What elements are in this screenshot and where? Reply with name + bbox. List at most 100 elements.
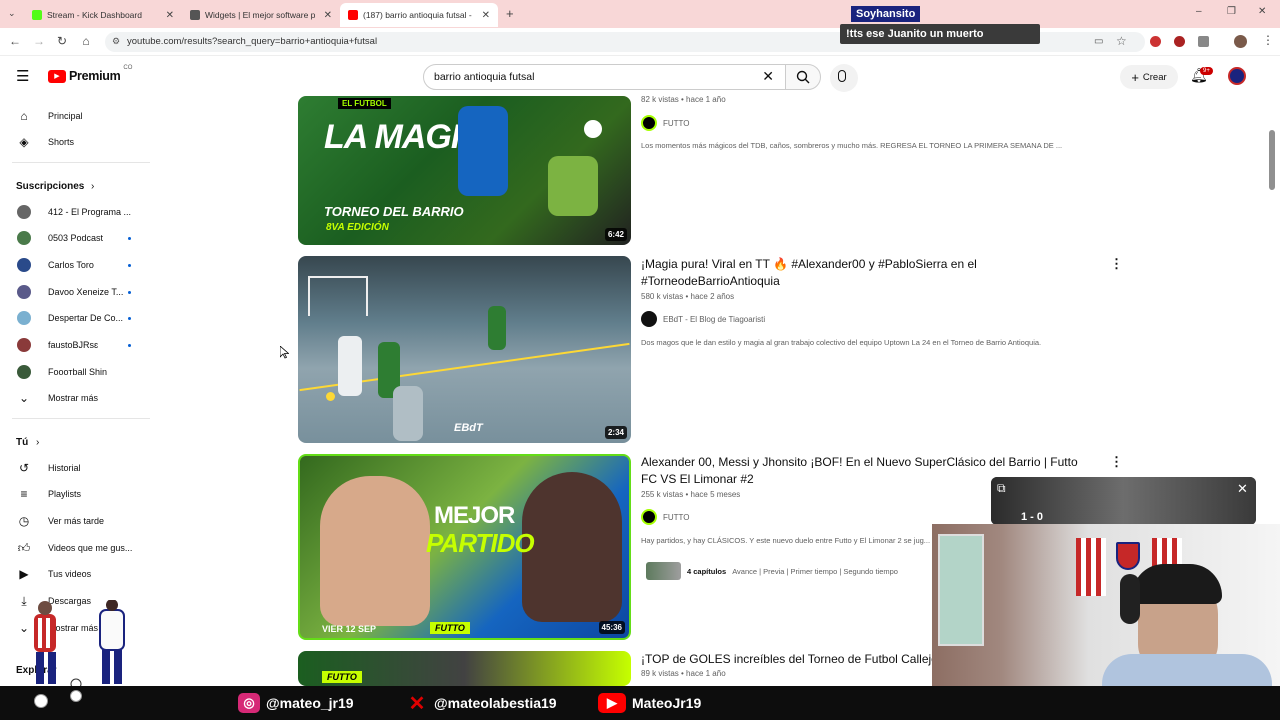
video-result[interactable]: EBdT 2:34 ¡Magia pura! Viral en TT 🔥 #Al… xyxy=(298,256,1128,446)
extension-icon[interactable] xyxy=(1174,36,1185,47)
scrollbar-thumb[interactable] xyxy=(1269,130,1275,190)
player-figures-overlay xyxy=(22,599,152,690)
search-button[interactable] xyxy=(785,64,821,90)
reload-icon[interactable]: ↻ xyxy=(54,34,70,48)
sidebar-item-your-videos[interactable]: ▶ Tus videos xyxy=(0,562,150,586)
create-button[interactable]: + Crear xyxy=(1120,65,1178,89)
site-info-icon[interactable]: ⚙ xyxy=(112,36,120,47)
upload-age: hace 1 año xyxy=(686,95,726,104)
tab-widgets[interactable]: Widgets | El mejor software par ✕ xyxy=(182,3,340,27)
face-shape xyxy=(522,472,622,622)
video-thumbnail[interactable]: EBdT 2:34 xyxy=(298,256,631,443)
sidebar-item-sub[interactable]: 412 - El Programa ... xyxy=(0,200,150,224)
sidebar-item-sub[interactable]: Despertar De Co... xyxy=(0,306,150,330)
restore-icon[interactable]: ❐ xyxy=(1227,6,1236,17)
channel-link[interactable]: FUTTO xyxy=(641,115,690,131)
tab-kick-dashboard[interactable]: Stream - Kick Dashboard ✕ xyxy=(24,3,182,27)
video-duration: 6:42 xyxy=(604,228,627,241)
hamburger-menu-icon[interactable]: ☰ xyxy=(16,67,29,85)
channel-avatar xyxy=(17,258,31,272)
bookmark-star-icon[interactable]: ☆ xyxy=(1116,34,1127,48)
forward-icon[interactable]: → xyxy=(31,34,47,48)
you-header[interactable]: Tú › xyxy=(0,430,150,454)
close-miniplayer-icon[interactable]: ✕ xyxy=(1237,481,1248,497)
section-title: Suscripciones xyxy=(16,180,85,192)
profile-icon[interactable] xyxy=(1234,35,1247,48)
video-thumbnail[interactable]: EL FUTBOL LA MAGIA TORNEO DEL BARRIO 8VA… xyxy=(298,96,631,245)
back-icon[interactable]: ← xyxy=(7,34,23,48)
home-icon: ⌂ xyxy=(20,109,28,123)
show-more-subs[interactable]: ⌄ Mostrar más xyxy=(0,386,150,410)
video-thumbnail[interactable]: FUTTO xyxy=(298,651,631,686)
home-browser-icon[interactable]: ⌂ xyxy=(78,34,94,48)
voice-search-button[interactable] xyxy=(830,64,858,92)
tab-search-icon[interactable]: ⌄ xyxy=(8,8,16,19)
thumb-brand: FUTTO xyxy=(322,671,362,683)
close-window-icon[interactable]: ✕ xyxy=(1258,6,1266,17)
new-content-dot xyxy=(128,343,131,347)
more-options-icon[interactable]: ⋮ xyxy=(1110,256,1123,272)
mini-player[interactable]: ⧉ ✕ 1 - 0 xyxy=(991,477,1256,525)
video-title[interactable]: ¡TOP de GOLES increíbles del Torneo de F… xyxy=(641,651,941,668)
sidebar-item-label: 412 - El Programa ... xyxy=(48,207,132,217)
sidebar-item-principal[interactable]: ⌂ Principal xyxy=(0,104,150,128)
minimize-icon[interactable]: – xyxy=(1196,6,1202,17)
cast-icon[interactable]: ▭ xyxy=(1094,36,1103,47)
x-icon: ✕ xyxy=(408,692,426,715)
sidebar-item-playlists[interactable]: ≡ Playlists xyxy=(0,482,150,506)
menu-dots-icon[interactable]: ⋮ xyxy=(1262,33,1274,47)
more-options-icon[interactable]: ⋮ xyxy=(1110,454,1123,470)
channel-avatar xyxy=(641,311,657,327)
channel-link[interactable]: EBdT - El Blog de Tiagoaristi xyxy=(641,311,765,327)
widgets-icon xyxy=(190,10,200,20)
video-title[interactable]: ¡Magia pura! Viral en TT 🔥 #Alexander00 … xyxy=(641,256,1091,290)
new-content-dot xyxy=(128,290,131,294)
close-tab-icon[interactable]: ✕ xyxy=(166,10,174,21)
video-description: Dos magos que le dan estilo y magia al g… xyxy=(641,338,1042,347)
video-result[interactable]: EL FUTBOL LA MAGIA TORNEO DEL BARRIO 8VA… xyxy=(298,95,1128,246)
sidebar-item-sub[interactable]: 0503 Podcast xyxy=(0,226,150,250)
channel-avatar xyxy=(17,365,31,379)
sidebar-item-historial[interactable]: ↺ Historial xyxy=(0,456,150,480)
channel-link[interactable]: FUTTO xyxy=(641,509,690,525)
social-handle: @mateo_jr19 xyxy=(266,695,354,711)
channel-avatar xyxy=(17,205,31,219)
sidebar-item-watch-later[interactable]: ◷ Ver más tarde xyxy=(0,509,150,533)
view-count: 82 k vistas xyxy=(641,95,679,104)
youtube-favicon-icon xyxy=(348,10,358,20)
thumb-badge: EL FUTBOL xyxy=(338,98,391,109)
ball-icon xyxy=(70,690,82,702)
extension-icon[interactable] xyxy=(1198,36,1209,47)
sidebar-item-sub[interactable]: Davoo Xeneize T... xyxy=(0,280,150,304)
sidebar-item-shorts[interactable]: ◈ Shorts xyxy=(0,130,150,154)
sidebar-item-sub[interactable]: faustoBJRsɛ xyxy=(0,333,150,357)
sidebar-item-sub[interactable]: Carlos Toro xyxy=(0,253,150,277)
close-tab-icon[interactable]: ✕ xyxy=(482,10,490,21)
clear-search-icon[interactable]: ✕ xyxy=(762,68,774,85)
sidebar-item-label: Ver más tarde xyxy=(48,516,105,526)
player-shape xyxy=(548,156,598,216)
url-text: youtube.com/results?search_query=barrio+… xyxy=(127,36,378,47)
instagram-icon: ◎ xyxy=(238,693,260,713)
close-tab-icon[interactable]: ✕ xyxy=(324,10,332,21)
subscriptions-header[interactable]: Suscripciones › xyxy=(0,174,150,198)
sidebar-item-liked[interactable]: 👍︎ Videos que me gus... xyxy=(0,536,150,560)
social-x: ✕ @mateolabestia19 xyxy=(406,692,557,715)
tab-youtube-search[interactable]: (187) barrio antioquia futsal - Y ✕ xyxy=(340,3,498,27)
search-input[interactable]: barrio antioquia futsal ✕ xyxy=(423,64,787,90)
upload-age: hace 5 meses xyxy=(690,490,741,499)
plus-icon[interactable]: + xyxy=(506,6,514,21)
sidebar-item-sub[interactable]: Fooотball Shin xyxy=(0,360,150,384)
chapter-thumbnail xyxy=(646,562,681,580)
video-thumbnail[interactable]: MEJOR PARTIDO VIER 12 SEP FUTTO 45:36 xyxy=(298,454,631,640)
expand-miniplayer-icon[interactable]: ⧉ xyxy=(997,481,1006,496)
chapters-row[interactable]: 4 capítulos Avance | Previa | Primer tie… xyxy=(646,562,898,580)
extension-icon[interactable] xyxy=(1150,36,1161,47)
mic-icon xyxy=(838,70,846,82)
chat-tts-popup: Soyhansito !tts ese Juanito un muerto xyxy=(840,4,1040,44)
channel-avatar xyxy=(17,311,31,325)
video-meta: 255 k vistas • hace 5 meses xyxy=(641,490,741,499)
account-avatar[interactable] xyxy=(1228,67,1246,85)
channel-name: FUTTO xyxy=(663,512,690,522)
youtube-logo[interactable]: ▶ Premium CO xyxy=(48,65,132,83)
